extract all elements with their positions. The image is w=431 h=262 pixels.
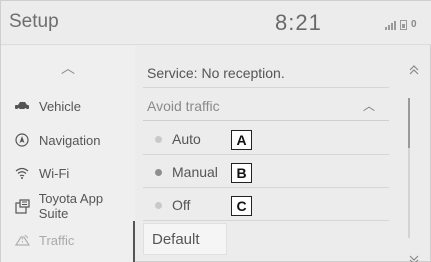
radio-dot-icon [155,135,162,143]
sidebar-item-wifi[interactable]: Wi-Fi [1,158,135,188]
chevron-up-icon: ︿ [362,99,375,113]
sidebar-item-toyota-app-suite[interactable]: Toyota App Suite [1,191,135,221]
option-auto[interactable]: Auto [143,124,389,155]
option-manual[interactable]: Manual [143,157,389,188]
avoid-traffic-label: Avoid traffic [147,97,220,114]
signal-icon [385,20,396,30]
header-bar: Setup 8:21 0 [1,1,431,45]
setup-screen: Setup 8:21 0 ︿ Vehicle Navigation Wi-Fi … [0,0,431,262]
sidebar-item-label: Traffic [39,232,75,248]
double-chevron-up-icon[interactable] [395,64,431,79]
scrollbar [395,46,431,262]
callout-label: A [231,130,252,150]
sidebar-item-label: Navigation [39,132,101,148]
sidebar-item-label: Wi-Fi [39,165,70,181]
clock: 8:21 [275,10,322,35]
default-button[interactable]: Default [143,223,227,255]
sidebar-item-label: Toyota App Suite [38,191,104,221]
sidebar-item-navigation[interactable]: Navigation [1,125,135,155]
option-label: Off [172,197,191,213]
scroll-thumb[interactable] [408,98,410,148]
sidebar: ︿ Vehicle Navigation Wi-Fi Toyota App Su… [1,46,135,262]
service-status: Service: No reception. [143,58,389,88]
status-count: 0 [411,19,417,30]
radio-dot-icon [155,168,162,176]
option-label: Auto [172,131,201,147]
page-title: Setup [9,11,59,32]
option-off[interactable]: Off [143,190,389,221]
sidebar-item-label: Vehicle [39,98,81,114]
app-suite-icon [15,198,35,214]
option-label: Manual [172,164,218,180]
wifi-icon [15,167,35,179]
traffic-icon [15,234,35,246]
double-chevron-down-icon[interactable] [395,254,431,262]
battery-icon [400,20,407,30]
avoid-traffic-header[interactable]: Avoid traffic ︿ [143,91,389,121]
sidebar-item-vehicle[interactable]: Vehicle [1,91,135,121]
navigation-icon [15,133,35,147]
chevron-up-icon[interactable]: ︿ [1,58,135,78]
car-icon [15,102,35,110]
status-indicators: 0 [385,18,417,30]
callout-label: C [231,196,252,216]
radio-dot-icon [155,201,162,209]
sidebar-item-traffic[interactable]: Traffic [1,225,135,255]
settings-list: Service: No reception. Avoid traffic ︿ A… [135,46,395,262]
callout-label: B [231,163,252,183]
